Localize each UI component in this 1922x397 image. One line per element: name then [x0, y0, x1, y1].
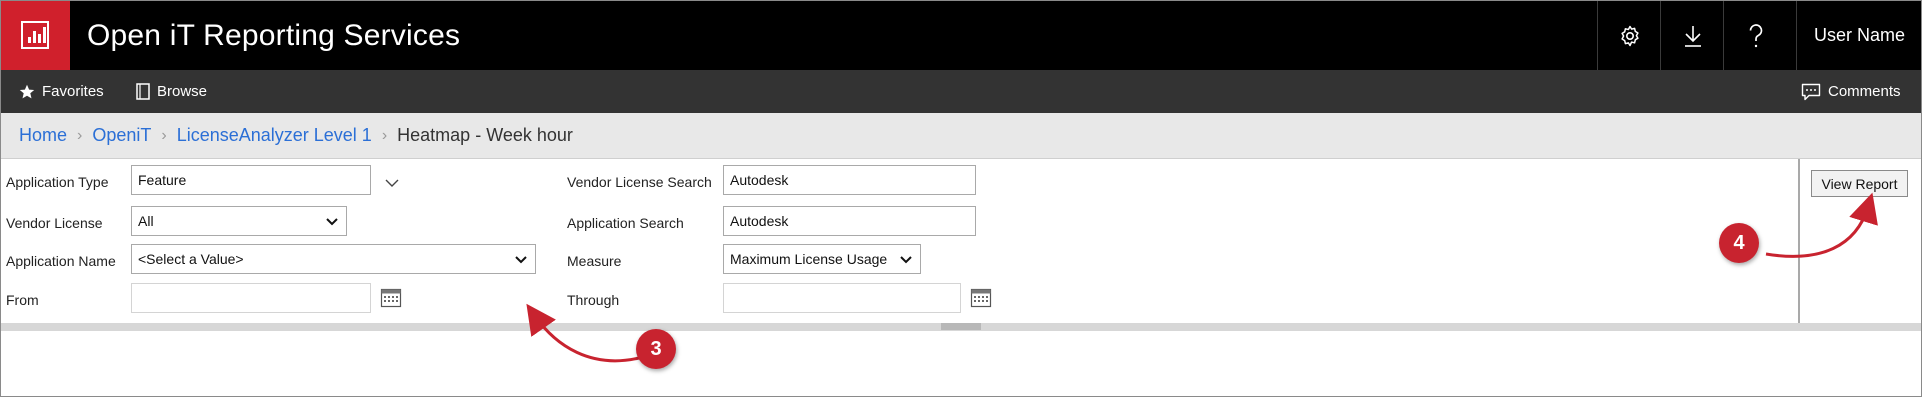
measure-label: Measure: [567, 253, 622, 269]
from-date-input[interactable]: [131, 283, 371, 313]
view-report-button[interactable]: View Report: [1811, 170, 1908, 197]
parameters-divider: [1798, 159, 1800, 323]
browse-link[interactable]: Browse: [136, 70, 207, 113]
collapse-parameters-handle[interactable]: [941, 323, 981, 334]
calendar-icon[interactable]: [380, 286, 402, 308]
download-icon: [1684, 25, 1701, 47]
breadcrumb-bar: Home › OpeniT › LicenseAnalyzer Level 1 …: [1, 113, 1921, 159]
vendor-license-value: All: [138, 213, 154, 229]
from-label: From: [6, 292, 39, 308]
application-name-label: Application Name: [6, 253, 116, 269]
vendor-license-select[interactable]: All: [131, 206, 347, 236]
callout-badge-4: 4: [1719, 223, 1759, 263]
vendor-license-search-value: Autodesk: [730, 172, 789, 188]
question-mark-icon: [1749, 23, 1762, 47]
user-name: User Name: [1813, 25, 1906, 45]
application-name-select[interactable]: <Select a Value>: [131, 244, 536, 274]
nav-bar: Favorites Browse Comments: [1, 70, 1921, 113]
application-search-input[interactable]: Autodesk: [723, 206, 976, 236]
comments-label: Comments: [1828, 83, 1901, 100]
bar-chart-logo-icon: [21, 21, 49, 49]
help-button[interactable]: [1723, 1, 1787, 70]
app-logo[interactable]: [1, 1, 70, 70]
report-viewer-window: Open iT Reporting Services User Name Fav…: [0, 0, 1922, 397]
application-type-input[interactable]: Feature: [131, 165, 371, 195]
callout-badge-3: 3: [636, 329, 676, 369]
download-button[interactable]: [1660, 1, 1724, 70]
through-date-input[interactable]: [723, 283, 961, 313]
star-icon: [19, 84, 35, 98]
chevron-right-icon: ›: [77, 126, 83, 144]
calendar-icon[interactable]: [970, 286, 992, 308]
measure-value: Maximum License Usage: [730, 251, 888, 267]
breadcrumb-home[interactable]: Home: [19, 125, 67, 146]
favorites-link[interactable]: Favorites: [19, 70, 104, 113]
chevron-down-icon[interactable]: [384, 176, 400, 190]
chevron-down-icon: [326, 218, 338, 226]
chevron-down-icon: [900, 256, 912, 264]
application-type-value: Feature: [138, 172, 187, 188]
application-search-value: Autodesk: [730, 213, 789, 229]
browse-label: Browse: [157, 83, 208, 100]
vendor-license-search-input[interactable]: Autodesk: [723, 165, 976, 195]
application-type-label: Application Type: [6, 174, 109, 190]
settings-button[interactable]: [1597, 1, 1661, 70]
report-parameters-panel: Application Type Vendor License Applicat…: [1, 159, 1798, 323]
breadcrumb-licenseanalyzer[interactable]: LicenseAnalyzer Level 1: [177, 125, 372, 146]
comment-icon: [1801, 83, 1821, 100]
favorites-label: Favorites: [42, 83, 104, 100]
vendor-license-label: Vendor License: [6, 215, 103, 231]
chevron-right-icon: ›: [381, 126, 388, 144]
chevron-right-icon: ›: [161, 126, 167, 144]
chevron-down-icon: [515, 256, 527, 264]
vendor-license-search-label: Vendor License Search: [567, 174, 712, 190]
breadcrumb-openit[interactable]: OpeniT: [92, 125, 151, 146]
application-search-label: Application Search: [567, 215, 684, 231]
app-title: Open iT Reporting Services: [87, 19, 461, 52]
application-name-value: <Select a Value>: [138, 251, 244, 267]
breadcrumb-current-report: Heatmap - Week hour: [397, 125, 573, 145]
chevron-up-icon: [957, 331, 965, 334]
comments-link[interactable]: Comments: [1801, 70, 1901, 113]
measure-select[interactable]: Maximum License Usage: [723, 244, 921, 274]
breadcrumb: Home › OpeniT › LicenseAnalyzer Level 1 …: [19, 113, 573, 158]
document-icon: [136, 83, 150, 100]
top-header: Open iT Reporting Services User Name: [1, 1, 1921, 70]
user-menu[interactable]: User Name: [1796, 1, 1921, 70]
through-label: Through: [567, 292, 620, 308]
gear-icon: [1620, 25, 1639, 46]
